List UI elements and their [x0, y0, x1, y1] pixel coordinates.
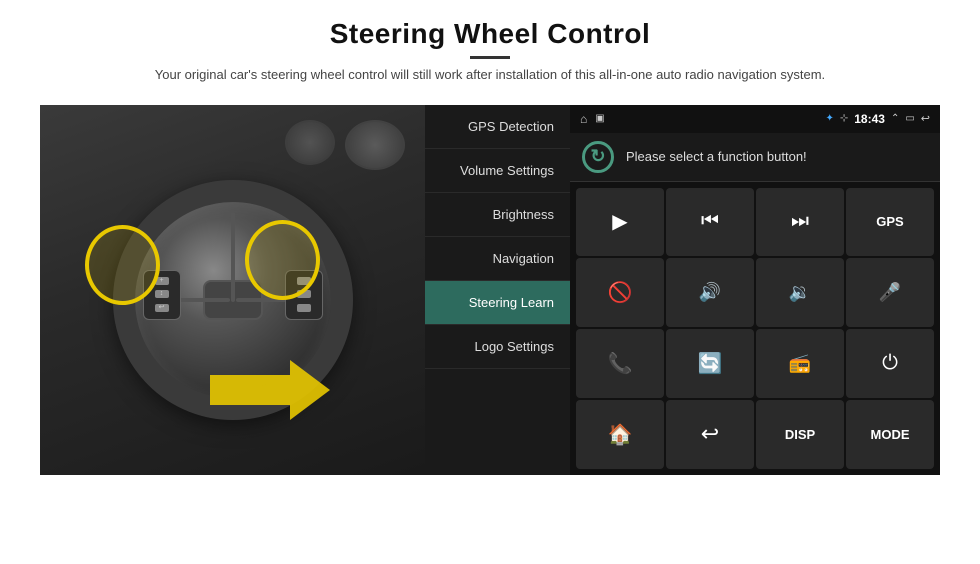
next-icon: ⏭	[791, 210, 809, 233]
back-icon: ↩	[921, 112, 930, 125]
page-subtitle: Your original car's steering wheel contr…	[155, 65, 825, 85]
highlight-left	[85, 225, 160, 305]
menu-item-navigation[interactable]: Navigation	[425, 237, 570, 281]
mute-icon: 🚫	[608, 280, 633, 305]
wifi-icon: ⊹	[840, 113, 848, 124]
gps-button[interactable]: GPS	[846, 188, 934, 257]
button-grid: ▶ ⏮ ⏭ GPS 🚫 🔊 🔉	[570, 182, 940, 475]
rotate-icon: 🔄	[698, 351, 723, 376]
title-section: Steering Wheel Control Your original car…	[155, 18, 825, 97]
prev-icon: ⏮	[701, 210, 719, 233]
vol-up-button[interactable]: 🔊	[666, 258, 754, 327]
menu-item-steering[interactable]: Steering Learn	[425, 281, 570, 325]
mode-button[interactable]: MODE	[846, 400, 934, 469]
back-nav-icon: ↩	[701, 421, 719, 447]
home-button[interactable]: 🏠	[576, 400, 664, 469]
content-area: + ↕ ↩	[40, 105, 940, 475]
steering-wheel-image: + ↕ ↩	[40, 105, 425, 475]
menu-item-brightness[interactable]: Brightness	[425, 193, 570, 237]
page-container: Steering Wheel Control Your original car…	[0, 0, 980, 564]
vol-up-icon: 🔊	[699, 282, 721, 303]
status-bar: ⌂ ▣ ✦ ⊹ 18:43 ⌃ ▭ ↩	[570, 105, 940, 133]
arrow-indicator	[210, 360, 330, 420]
status-bar-right: ✦ ⊹ 18:43 ⌃ ▭ ↩	[825, 112, 930, 126]
vol-down-button[interactable]: 🔉	[756, 258, 844, 327]
play-button[interactable]: ▶	[576, 188, 664, 257]
menu-item-logo[interactable]: Logo Settings	[425, 325, 570, 369]
phone-button[interactable]: 📞	[576, 329, 664, 398]
mute-button[interactable]: 🚫	[576, 258, 664, 327]
highlight-right	[245, 220, 320, 300]
menu-item-gps[interactable]: GPS Detection	[425, 105, 570, 149]
media-icon: ▣	[595, 113, 604, 124]
home-nav-icon: 🏠	[608, 422, 633, 447]
mode-label: MODE	[871, 427, 910, 442]
disp-button[interactable]: DISP	[756, 400, 844, 469]
left-menu-panel: GPS Detection Volume Settings Brightness…	[425, 105, 570, 475]
arrow-up-icon: ⌃	[891, 113, 899, 124]
wheel-background: + ↕ ↩	[40, 105, 425, 475]
android-screen: ⌂ ▣ ✦ ⊹ 18:43 ⌃ ▭ ↩ ↻ Please select a fu…	[570, 105, 940, 475]
radio-icon: 📻	[789, 353, 811, 374]
play-icon: ▶	[612, 209, 627, 234]
gps-label: GPS	[876, 214, 903, 229]
radio-button[interactable]: 📻	[756, 329, 844, 398]
next-button[interactable]: ⏭	[756, 188, 844, 257]
home-icon: ⌂	[580, 112, 587, 126]
phone-icon: 📞	[608, 351, 633, 376]
control-prompt: Please select a function button!	[626, 149, 807, 164]
disp-label: DISP	[785, 427, 815, 442]
page-title: Steering Wheel Control	[155, 18, 825, 50]
vol-down-icon: 🔉	[789, 282, 811, 303]
rotate-button[interactable]: 🔄	[666, 329, 754, 398]
mic-icon: 🎤	[879, 282, 901, 303]
menu-item-volume[interactable]: Volume Settings	[425, 149, 570, 193]
refresh-icon[interactable]: ↻	[582, 141, 614, 173]
prev-button[interactable]: ⏮	[666, 188, 754, 257]
mic-button[interactable]: 🎤	[846, 258, 934, 327]
bluetooth-icon: ✦	[825, 113, 833, 124]
time-display: 18:43	[854, 112, 885, 126]
status-bar-left: ⌂ ▣	[580, 112, 605, 126]
power-button[interactable]: ⏻	[846, 329, 934, 398]
back-nav-button[interactable]: ↩	[666, 400, 754, 469]
title-divider	[470, 56, 510, 59]
power-icon: ⏻	[882, 352, 898, 375]
window-icon: ▭	[905, 113, 914, 124]
control-header: ↻ Please select a function button!	[570, 133, 940, 182]
